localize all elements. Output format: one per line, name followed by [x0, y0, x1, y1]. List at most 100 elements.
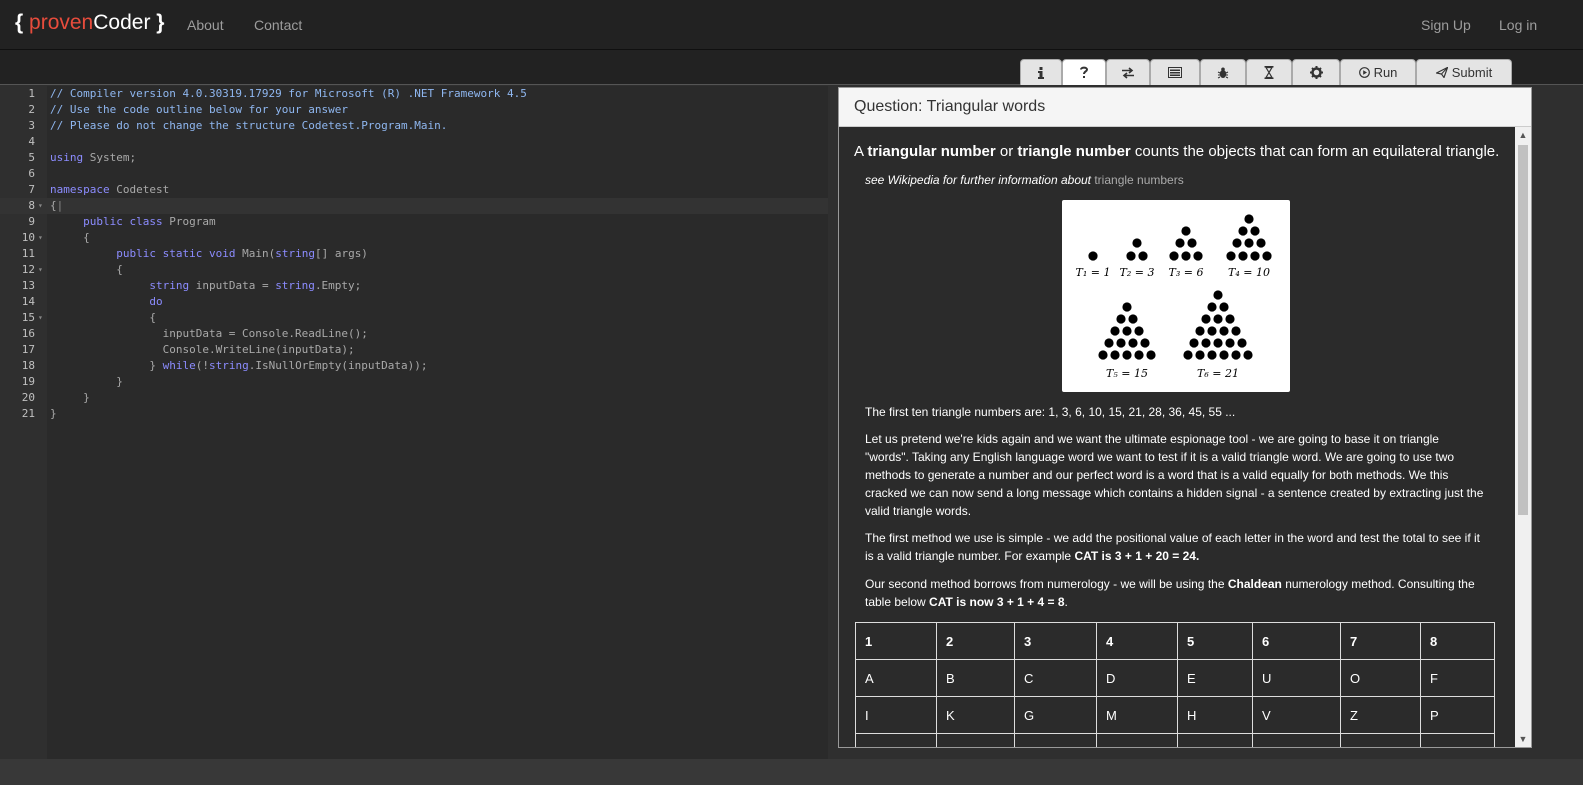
scrollbar-thumb[interactable]: [1518, 145, 1528, 515]
code-text: do: [149, 295, 163, 308]
code-line: 11 public static void Main(string[] args…: [21, 247, 368, 260]
code-text: public static void Main(string[] args): [116, 247, 368, 260]
question-panel-header: Question: Triangular words: [839, 88, 1531, 127]
fold-arrow-icon[interactable]: ▾: [38, 310, 43, 326]
triangle-numbers-link[interactable]: triangle numbers: [1094, 173, 1183, 187]
method-one-paragraph: The first method we use is simple - we a…: [865, 531, 1480, 563]
intro-text: A triangular number or triangle number c…: [854, 143, 1500, 160]
figure-label: T₅ = 15: [1106, 367, 1148, 380]
code-line-current: 8 ▾ {|: [0, 198, 828, 214]
tab-transfer[interactable]: [1106, 59, 1150, 85]
scroll-up-arrow-icon[interactable]: ▲: [1515, 127, 1531, 143]
question-panel: Question: Triangular words A triangular …: [838, 87, 1532, 748]
code-text: Console.WriteLine(inputData);: [50, 343, 355, 356]
table-row: IKGMHVZP: [855, 696, 1495, 734]
code-line: 19 }: [21, 375, 123, 388]
table-row: [855, 733, 1495, 747]
code-text: {: [50, 231, 90, 244]
code-editor[interactable]: 1// Compiler version 4.0.30319.17929 for…: [0, 86, 828, 759]
triangle-dots-svg: T₁ = 1 T₂ = 3 T₃ = 6 T₄ = 10 T₅ = 15 T₆ …: [1076, 214, 1272, 380]
tab-timer[interactable]: [1246, 59, 1292, 85]
code-text: // Please do not change the structure Co…: [50, 119, 448, 132]
code-line: 15 ▾ {: [21, 310, 156, 326]
method-two-paragraph: Our second method borrows from numerolog…: [865, 577, 1475, 609]
fold-arrow-icon[interactable]: ▾: [38, 230, 43, 246]
code-text: {: [50, 263, 123, 276]
top-navbar: { provenCoder } About Contact Sign Up Lo…: [0, 0, 1583, 50]
code-line: 4: [28, 135, 35, 148]
list-icon: [1168, 67, 1182, 78]
transfer-icon: [1121, 66, 1135, 79]
code-text: string inputData = string.Empty;: [149, 279, 362, 292]
table-row: ABCDEUOF: [855, 659, 1495, 697]
code-line: 14 do: [21, 295, 163, 308]
code-line: 16 inputData = Console.ReadLine();: [21, 327, 368, 340]
code-text: }: [50, 375, 123, 388]
nav-contact-link[interactable]: Contact: [254, 17, 302, 33]
code-text: // Use the code outline below for your a…: [50, 103, 349, 116]
question-scrollbar[interactable]: ▲ ▼: [1515, 127, 1531, 747]
tab-list[interactable]: [1150, 59, 1200, 85]
brand-coder: Coder: [93, 11, 151, 34]
tab-debug[interactable]: [1200, 59, 1246, 85]
fold-arrow-icon[interactable]: ▾: [38, 198, 43, 214]
brand-open-brace: {: [15, 11, 30, 34]
question-icon: [1079, 66, 1089, 79]
chaldean-table: 1 2 3 4 5 6 7 8 ABCDEUOF IKGMHVZP: [855, 622, 1495, 747]
code-line: 1// Compiler version 4.0.30319.17929 for…: [28, 87, 527, 100]
figure-label: T₆ = 21: [1197, 367, 1239, 380]
code-line: 12 ▾ {: [21, 262, 123, 278]
send-icon: [1435, 67, 1448, 78]
nav-about-link[interactable]: About: [187, 17, 224, 33]
bug-icon: [1217, 67, 1229, 79]
hourglass-icon: [1264, 66, 1274, 79]
tab-settings[interactable]: [1292, 59, 1340, 85]
nav-signup-link[interactable]: Sign Up: [1421, 17, 1471, 33]
first-ten-text: The first ten triangle numbers are: 1, 3…: [865, 405, 1236, 419]
code-text: } while(!string.IsNullOrEmpty(inputData)…: [50, 359, 428, 372]
submit-label: Submit: [1451, 65, 1493, 80]
figure-label: T₁ = 1: [1076, 266, 1111, 279]
question-body[interactable]: A triangular number or triangle number c…: [839, 127, 1515, 747]
run-button[interactable]: Run: [1340, 59, 1416, 85]
figure-label: T₃ = 6: [1169, 266, 1204, 279]
brand-logo[interactable]: { provenCoder }: [15, 11, 164, 35]
nav-login-link[interactable]: Log in: [1499, 17, 1537, 33]
code-text: namespace Codetest: [50, 183, 170, 196]
code-text: }: [50, 407, 57, 420]
code-line: 17 Console.WriteLine(inputData);: [21, 343, 355, 356]
code-line: 3// Please do not change the structure C…: [28, 119, 448, 132]
run-label: Run: [1373, 65, 1398, 80]
play-icon: [1358, 67, 1370, 78]
question-title: Question: Triangular words: [854, 98, 1046, 115]
story-paragraph: Let us pretend we're kids again and we w…: [865, 432, 1484, 518]
brand-close-brace: }: [150, 11, 165, 34]
figure-label: T₂ = 3: [1120, 266, 1155, 279]
status-strip: [0, 759, 1583, 785]
code-line: 13 string inputData = string.Empty;: [21, 279, 362, 292]
brand-proven: proven: [29, 11, 94, 34]
code-text: // Compiler version 4.0.30319.17929 for …: [50, 87, 527, 100]
fold-arrow-icon[interactable]: ▾: [38, 262, 43, 278]
code-text: inputData = Console.ReadLine();: [50, 327, 368, 340]
code-text: {: [50, 311, 156, 324]
scroll-down-arrow-icon[interactable]: ▼: [1515, 731, 1531, 747]
code-line: 10 ▾ {: [21, 230, 90, 246]
tab-info[interactable]: [1020, 59, 1062, 85]
triangle-numbers-figure: T₁ = 1 T₂ = 3 T₃ = 6 T₄ = 10 T₅ = 15 T₆ …: [1062, 200, 1290, 392]
info-icon: [1036, 66, 1046, 79]
code-line: 9 public class Program: [28, 215, 216, 228]
code-line: 21}: [21, 407, 57, 420]
code-line: 7 namespace Codetest: [28, 183, 170, 196]
code-line: 18 } while(!string.IsNullOrEmpty(inputDa…: [21, 359, 428, 372]
code-line: 20 }: [21, 391, 90, 404]
table-header-row: 1 2 3 4 5 6 7 8: [855, 622, 1495, 660]
code-line: 5 using System;: [28, 151, 137, 164]
figure-label: T₄ = 10: [1228, 266, 1270, 279]
code-text: }: [50, 391, 90, 404]
tab-question[interactable]: [1062, 59, 1106, 85]
code-text: public class Program: [83, 215, 216, 228]
wiki-note: see Wikipedia for further information ab…: [865, 173, 1184, 187]
code-text: using System;: [50, 151, 137, 164]
submit-button[interactable]: Submit: [1416, 59, 1512, 85]
